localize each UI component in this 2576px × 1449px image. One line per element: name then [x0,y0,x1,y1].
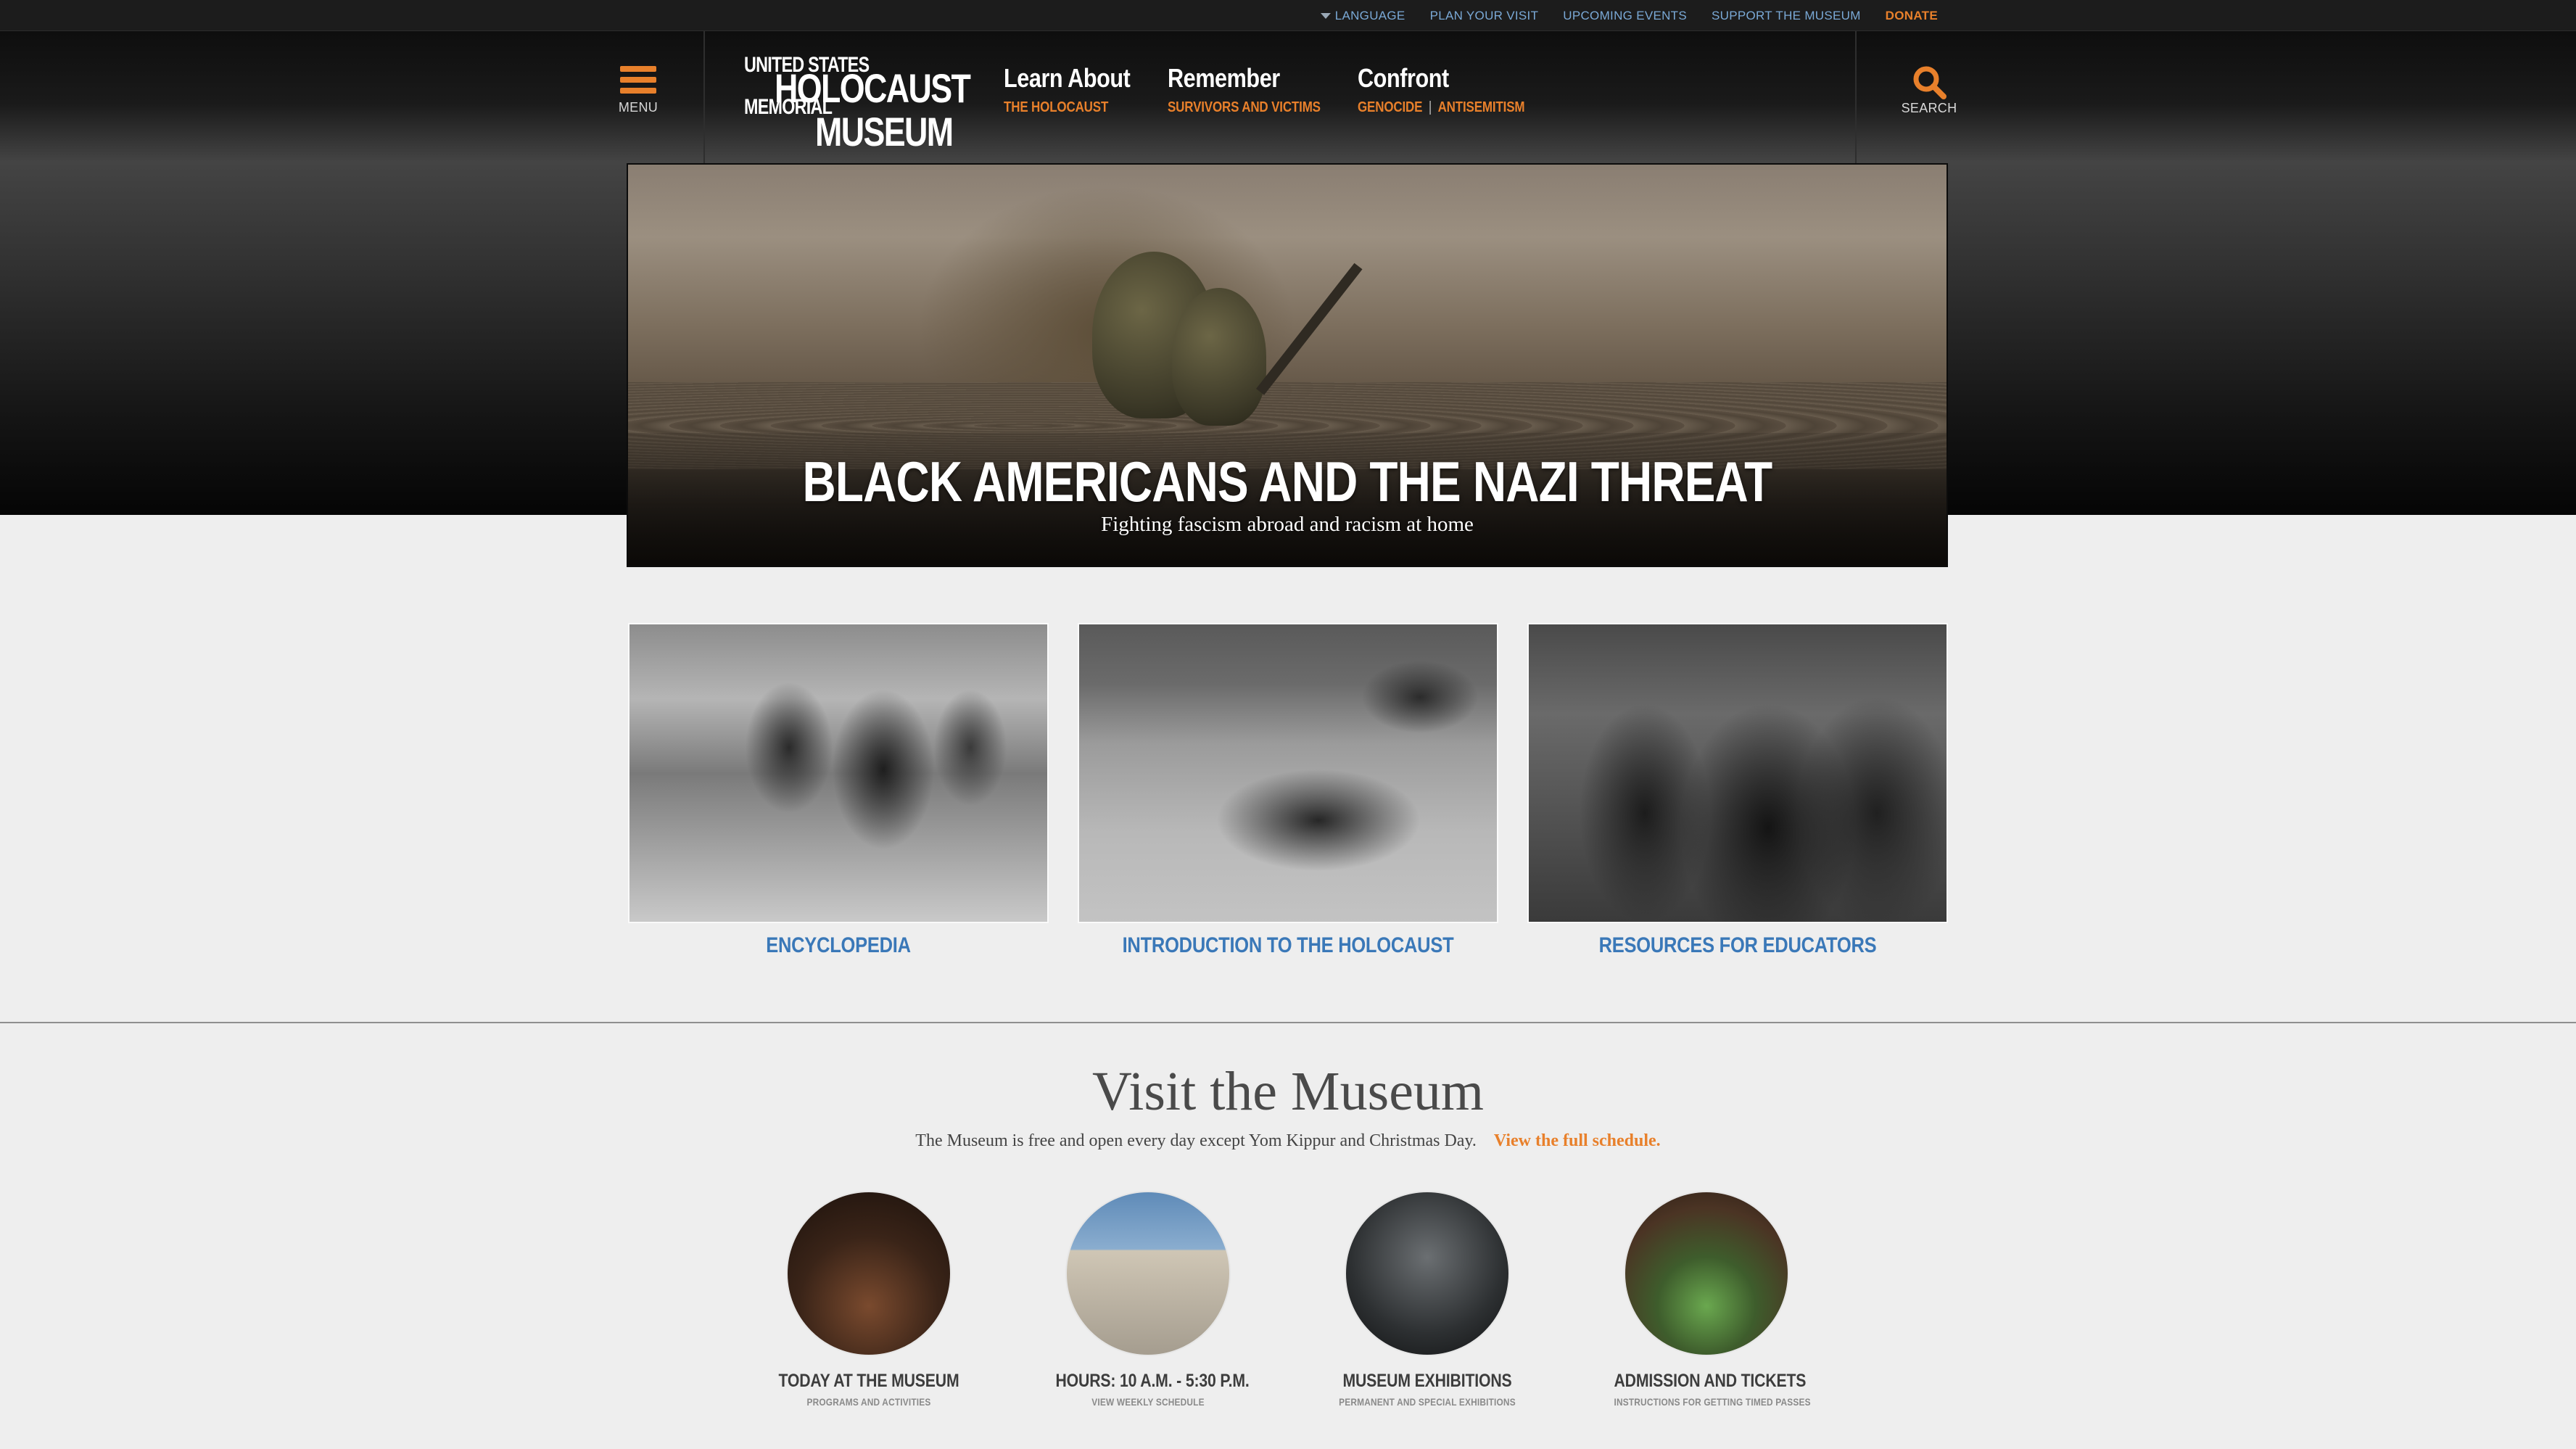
visit-hours-sublabel: VIEW WEEKLY SCHEDULE [1091,1396,1205,1408]
support-the-museum-link[interactable]: SUPPORT THE MUSEUM [1712,9,1861,23]
card-photo-introduction [1078,623,1498,923]
nav-learn-about-sub: THE HOLOCAUST [1004,99,1130,116]
utility-links: LANGUAGE PLAN YOUR VISIT UPCOMING EVENTS… [1320,0,1938,31]
nav-link-survivors-and-victims[interactable]: SURVIVORS AND VICTIMS [1168,99,1321,115]
visit-today-label: TODAY AT THE MUSEUM [778,1371,959,1391]
upcoming-events-link[interactable]: UPCOMING EVENTS [1563,9,1687,23]
hero-subtitle: Fighting fascism abroad and racism at ho… [1101,513,1474,536]
museum-logo[interactable]: UNITED STATES HOLOCAUST MEMORIAL MUSEUM [741,47,971,154]
plan-your-visit-link[interactable]: PLAN YOUR VISIT [1430,9,1539,23]
menu-label: MENU [618,100,659,115]
hero-photo-soldier [1172,288,1266,426]
visit-hours-label: HOURS: 10 A.M. - 5:30 P.M. [1055,1371,1250,1391]
hero-banner[interactable]: BLACK AMERICANS AND THE NAZI THREAT Figh… [627,163,1948,567]
language-label: LANGUAGE [1334,8,1405,22]
caret-down-icon [1320,12,1331,19]
visit-admission-label: ADMISSION AND TICKETS [1614,1371,1807,1391]
visit-exhibitions[interactable]: MUSEUM EXHIBITIONS PERMANENT AND SPECIAL… [1318,1191,1536,1408]
visit-admission-image [1624,1191,1789,1356]
visit-admission-sublabel: INSTRUCTIONS FOR GETTING TIMED PASSES [1614,1396,1811,1408]
view-schedule-link[interactable]: View the full schedule. [1494,1131,1661,1150]
search-button[interactable]: SEARCH [1900,62,1958,127]
card-photo-educators [1527,623,1948,923]
visit-today-image [786,1191,951,1356]
nav-learn-about[interactable]: Learn About THE HOLOCAUST [1004,63,1152,116]
hamburger-icon [620,66,656,99]
nav-remember-title: Remember [1168,63,1280,93]
nav-link-genocide[interactable]: GENOCIDE [1358,99,1422,115]
menu-button[interactable]: MENU [618,66,659,124]
card-label-educators[interactable]: RESOURCES FOR EDUCATORS [1559,933,1917,958]
visit-hours[interactable]: HOURS: 10 A.M. - 5:30 P.M. VIEW WEEKLY S… [1039,1191,1257,1408]
visit-exhibitions-label: MUSEUM EXHIBITIONS [1342,1371,1512,1391]
main-header: MENU UNITED STATES HOLOCAUST MEMORIAL MU… [0,31,2576,163]
card-encyclopedia[interactable]: ENCYCLOPEDIA [628,623,1049,958]
visit-exhibitions-image [1345,1191,1510,1356]
donate-link[interactable]: DONATE [1886,9,1938,23]
nav-confront-sub: GENOCIDE | ANTISEMITISM [1358,99,1525,116]
card-label-introduction[interactable]: INTRODUCTION TO THE HOLOCAUST [1110,933,1467,958]
header-divider [1855,31,1857,163]
nav-confront-title: Confront [1358,63,1449,93]
hero-title: BLACK AMERICANS AND THE NAZI THREAT [802,450,1773,513]
search-label: SEARCH [1901,101,1957,115]
nav-learn-about-title: Learn About [1004,63,1131,93]
visit-exhibitions-sublabel: PERMANENT AND SPECIAL EXHIBITIONS [1339,1396,1516,1408]
visit-intro-text: The Museum is free and open every day ex… [915,1131,1477,1150]
logo-line-4: MUSEUM [815,109,954,154]
visit-today-sublabel: PROGRAMS AND ACTIVITIES [806,1396,931,1408]
visit-intro: The Museum is free and open every day ex… [0,1131,2576,1151]
nav-separator: | [1428,99,1432,115]
card-label-encyclopedia[interactable]: ENCYCLOPEDIA [660,933,1017,958]
card-introduction[interactable]: INTRODUCTION TO THE HOLOCAUST [1078,623,1498,958]
section-divider [0,1022,2576,1023]
card-educators[interactable]: RESOURCES FOR EDUCATORS [1527,623,1948,958]
header-divider [703,31,705,163]
nav-link-the-holocaust[interactable]: THE HOLOCAUST [1004,99,1108,115]
visit-hours-image [1065,1191,1231,1356]
utility-bar: LANGUAGE PLAN YOUR VISIT UPCOMING EVENTS… [0,0,2576,31]
card-photo-encyclopedia [628,623,1049,923]
search-icon [1913,66,1947,99]
nav-confront[interactable]: Confront GENOCIDE | ANTISEMITISM [1358,63,1554,116]
hero-photo-gun [1256,263,1363,395]
nav-remember[interactable]: Remember SURVIVORS AND VICTIMS [1168,63,1347,116]
nav-remember-sub: SURVIVORS AND VICTIMS [1168,99,1321,116]
language-link[interactable]: LANGUAGE [1320,8,1405,23]
visit-admission[interactable]: ADMISSION AND TICKETS INSTRUCTIONS FOR G… [1598,1191,1815,1408]
visit-today[interactable]: TODAY AT THE MUSEUM PROGRAMS AND ACTIVIT… [760,1191,978,1408]
visit-title: Visit the Museum [1091,1061,1485,1122]
nav-link-antisemitism[interactable]: ANTISEMITISM [1438,99,1525,115]
